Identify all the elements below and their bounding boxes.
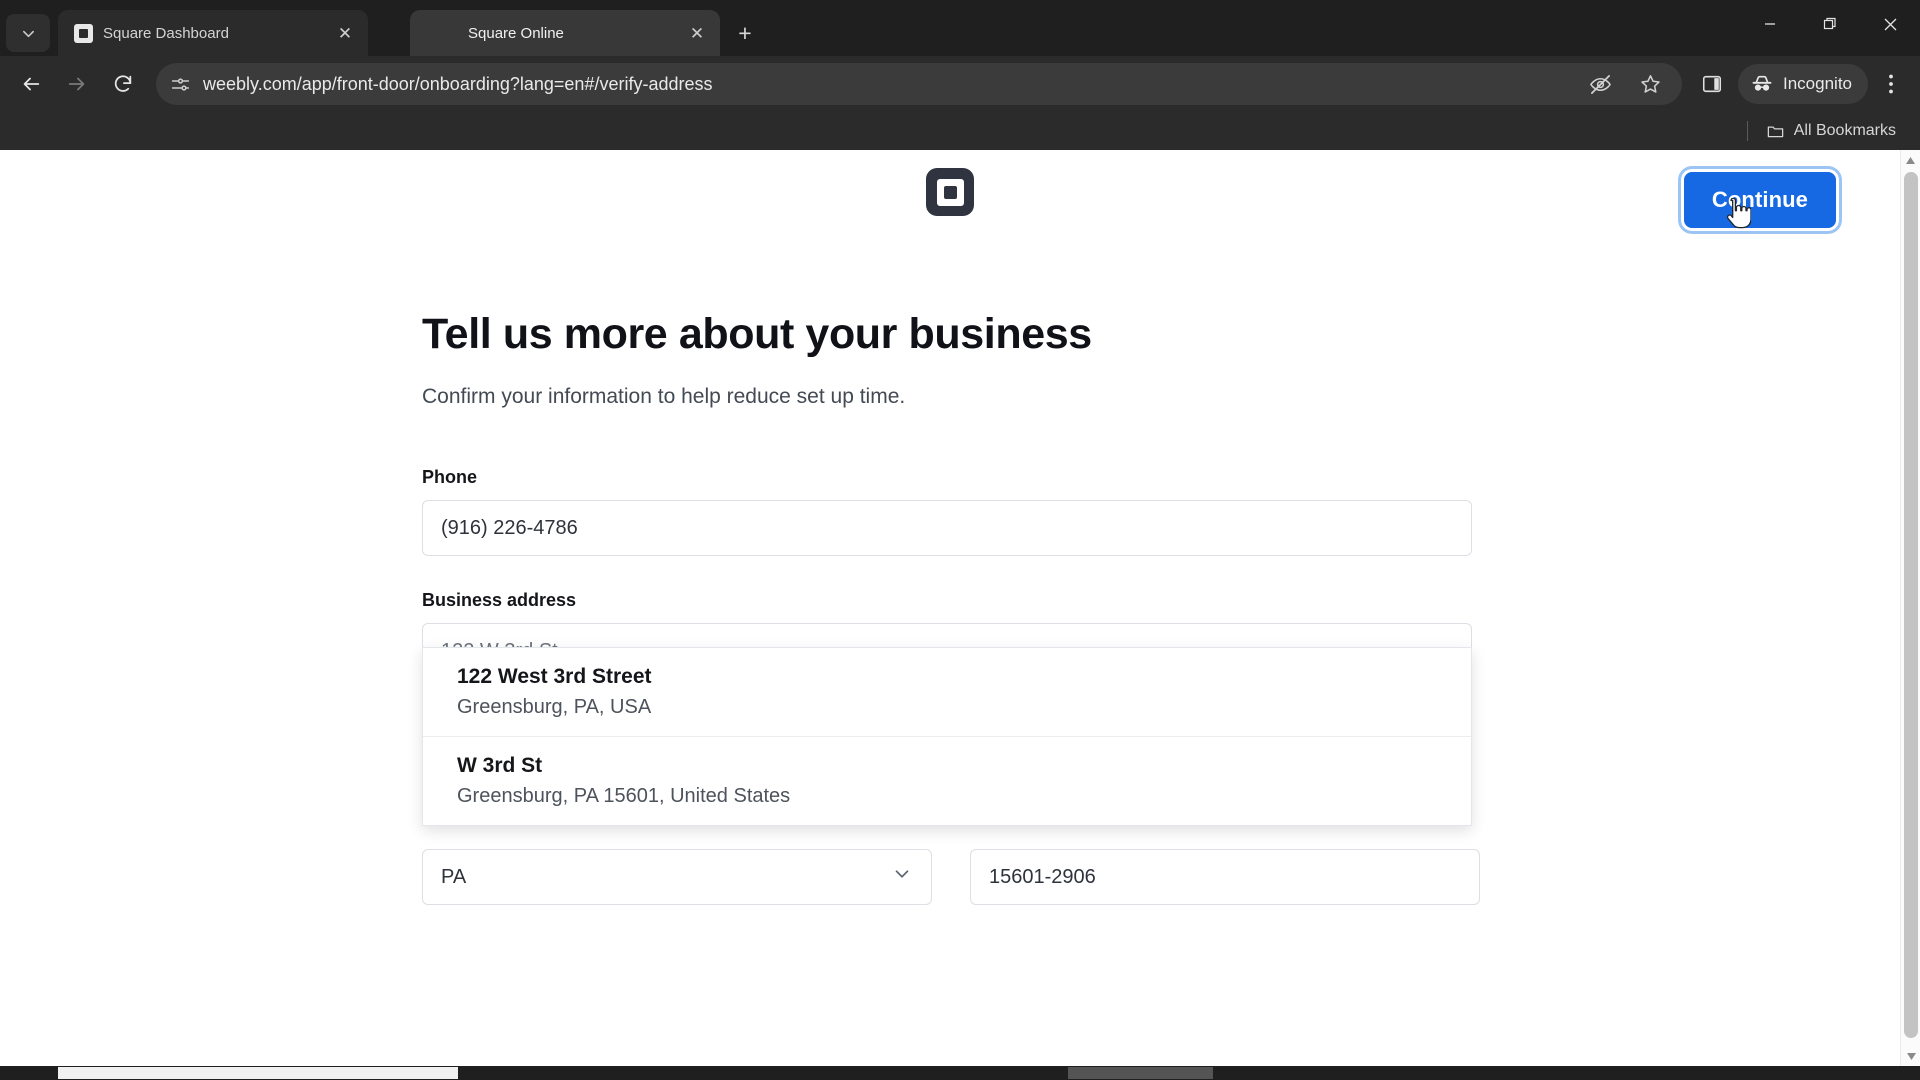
tab-square-dashboard[interactable]: Square Dashboard ✕ [58, 10, 368, 56]
square-logo [926, 168, 974, 216]
close-window-button[interactable] [1860, 0, 1920, 48]
reload-button[interactable] [102, 63, 144, 105]
star-icon[interactable] [1632, 66, 1668, 102]
tab-title: Square Online [468, 24, 564, 42]
scroll-down-arrow[interactable] [1901, 1046, 1920, 1066]
window-controls [1740, 0, 1920, 48]
restore-button[interactable] [1800, 0, 1860, 48]
kebab-menu-icon [1889, 74, 1893, 94]
continue-button[interactable]: Continue [1683, 172, 1836, 228]
new-tab-button[interactable]: + [728, 16, 762, 50]
browser-menu-button[interactable] [1872, 63, 1910, 105]
url-text: weebly.com/app/front-door/onboarding?lan… [203, 73, 713, 94]
eye-off-icon[interactable] [1582, 66, 1618, 102]
divider [1746, 121, 1748, 141]
suggestion-secondary-text: Greensburg, PA 15601, United States [457, 785, 791, 807]
page-viewport: Continue Tell us more about your busines… [0, 150, 1920, 1066]
vertical-scrollbar[interactable] [1900, 150, 1920, 1066]
tab-title: Square Dashboard [103, 24, 229, 42]
state-value: PA [441, 865, 467, 888]
scroll-up-arrow[interactable] [1901, 150, 1920, 170]
continue-button-wrap: Continue [1683, 172, 1836, 228]
folder-icon [1767, 126, 1784, 137]
state-select[interactable]: PA [422, 849, 932, 905]
back-button[interactable] [10, 63, 52, 105]
chevron-down-icon [891, 863, 913, 891]
square-favicon [74, 23, 93, 43]
address-suggestion-item[interactable]: 122 West 3rd Street Greensburg, PA, USA [423, 648, 1471, 737]
forward-arrow-icon [68, 77, 85, 91]
tab-close-button[interactable]: ✕ [684, 20, 710, 46]
address-bar[interactable]: weebly.com/app/front-door/onboarding?lan… [156, 63, 1682, 105]
phone-input[interactable]: (916) 226-4786 [422, 500, 1472, 556]
incognito-label: Incognito [1783, 74, 1852, 93]
scrollbar-track-segment [1068, 1067, 1213, 1079]
reload-icon [114, 75, 132, 92]
horizontal-scrollbar[interactable] [0, 1066, 1920, 1080]
all-bookmarks-button[interactable]: All Bookmarks [1758, 119, 1904, 144]
back-arrow-icon [23, 77, 40, 91]
close-icon [1884, 18, 1896, 30]
address-suggestion-item[interactable]: W 3rd St Greensburg, PA 15601, United St… [423, 737, 1471, 825]
forward-button[interactable] [56, 63, 98, 105]
page-subtitle: Confirm your information to help reduce … [422, 385, 906, 408]
browser-toolbar: weebly.com/app/front-door/onboarding?lan… [0, 56, 1920, 112]
tab-strip: Square Dashboard ✕ Square Online ✕ + [0, 0, 1920, 56]
address-suggestions-dropdown: 122 West 3rd Street Greensburg, PA, USA … [422, 647, 1472, 826]
phone-label: Phone [422, 467, 478, 487]
browser-window: Square Dashboard ✕ Square Online ✕ + wee… [0, 0, 1920, 1080]
scrollbar-thumb[interactable] [58, 1067, 458, 1079]
onboarding-form: Tell us more about your business Confirm… [0, 250, 1900, 905]
all-bookmarks-label: All Bookmarks [1793, 122, 1896, 139]
business-address-label: Business address [422, 590, 577, 610]
incognito-icon [1750, 72, 1774, 96]
scrollbar-thumb[interactable] [1904, 172, 1918, 1038]
suggestion-main-text: 122 West 3rd Street [457, 665, 652, 688]
tab-search-button[interactable] [6, 14, 50, 52]
restore-icon [1823, 17, 1836, 30]
chevron-down-icon [22, 30, 34, 37]
zip-input[interactable]: 15601-2906 [970, 849, 1480, 905]
page-settings-icon[interactable] [170, 74, 191, 95]
side-panel-icon [1702, 75, 1722, 93]
side-panel-button[interactable] [1694, 64, 1730, 104]
bookmarks-bar: All Bookmarks [0, 112, 1920, 150]
tab-close-button[interactable]: ✕ [332, 20, 358, 46]
minimize-icon [1765, 23, 1775, 25]
tab-square-online[interactable]: Square Online ✕ [410, 10, 720, 56]
business-address-field-group: Business address 122 W 3rd St 122 West 3… [422, 590, 1900, 826]
state-zip-row: PA 15601-2906 [422, 849, 1900, 905]
phone-field-group: Phone (916) 226-4786 [422, 467, 1900, 556]
incognito-indicator[interactable]: Incognito [1738, 64, 1868, 104]
suggestion-secondary-text: Greensburg, PA, USA [457, 696, 652, 718]
page-header: Continue [0, 150, 1900, 250]
page-title: Tell us more about your business [422, 310, 1092, 358]
minimize-button[interactable] [1740, 0, 1800, 48]
suggestion-main-text: W 3rd St [457, 754, 543, 777]
